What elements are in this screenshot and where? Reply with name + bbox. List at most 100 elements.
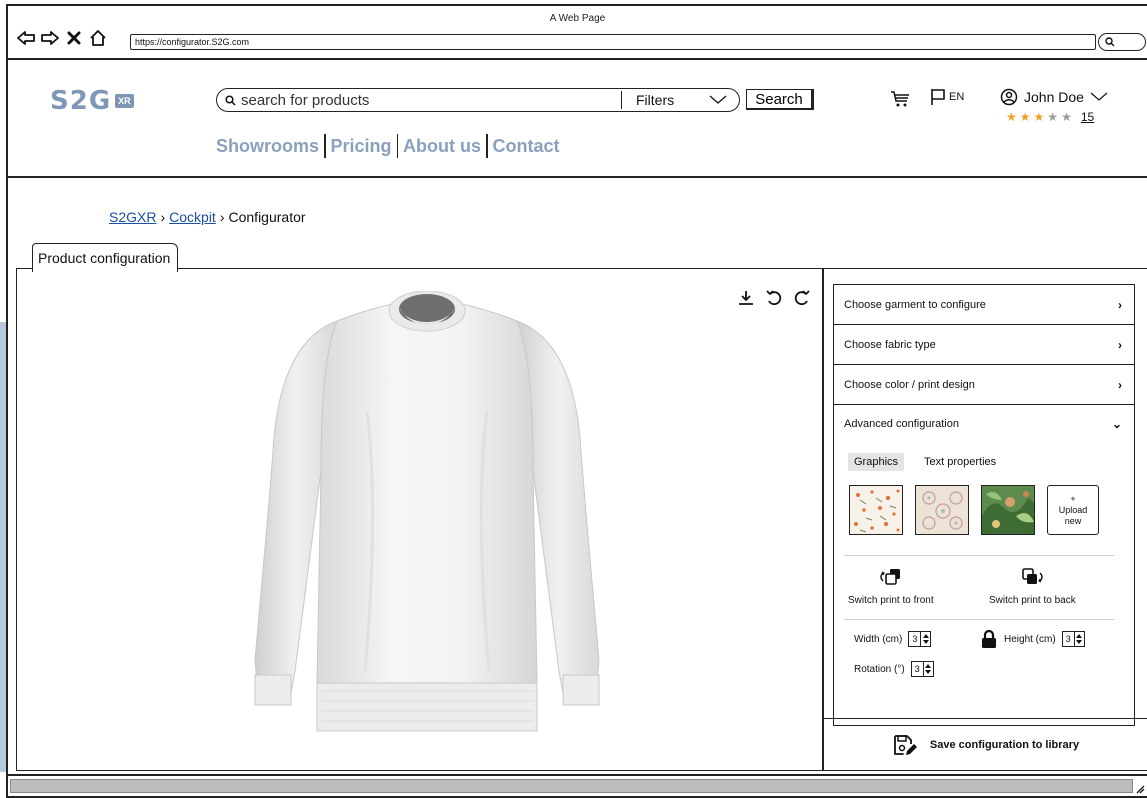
tab-text-properties[interactable]: Text properties [918,453,1002,471]
nav-pricing[interactable]: Pricing [327,136,396,157]
breadcrumb-cockpit[interactable]: Cockpit [169,209,216,225]
logo-text: S2G [50,86,112,116]
switch-front-label: Switch print to front [848,595,934,606]
graphic-thumbnail[interactable] [981,485,1035,535]
breadcrumb: S2GXR › Cockpit › Configurator [109,209,306,225]
graphic-thumbnail[interactable] [849,485,903,535]
rotation-label: Rotation (°) [854,663,905,675]
search-input[interactable] [239,91,621,109]
chevron-down-icon [709,95,727,104]
save-configuration-button[interactable]: Save configuration to library [823,718,1147,770]
close-icon[interactable] [64,28,84,48]
browser-nav-buttons [16,28,108,48]
graphics-thumbnails: + Upload new [849,485,1099,535]
stepper-arrows-icon[interactable] [1073,632,1084,646]
site-header: S2G XR Filters Search Showrooms Pricing … [8,60,1147,178]
accordion-label: Choose garment to configure [844,298,986,311]
width-value: 3 [912,634,918,644]
sweatshirt-3d-model[interactable] [237,291,617,739]
chevron-right-icon: › [1118,337,1122,352]
main-nav: Showrooms Pricing About us Contact [216,134,564,158]
home-icon[interactable] [88,28,108,48]
width-stepper[interactable]: 3 [908,631,932,647]
search-button[interactable]: Search [746,89,814,110]
viewer-toolbar [737,289,811,307]
browser-window: A Web Page https://configurator.S2G.com … [6,4,1147,798]
horizontal-scrollbar[interactable] [8,774,1147,796]
accordion-choose-color[interactable]: Choose color / print design › [834,365,1134,405]
redo-icon[interactable] [793,289,811,307]
stepper-arrows-icon[interactable] [922,662,933,676]
resize-grip-icon[interactable] [1135,784,1145,794]
save-edit-icon [894,734,917,755]
star-icon: ★ [1019,110,1031,124]
product-viewer[interactable] [16,268,824,771]
upload-new-label: Upload new [1058,504,1088,526]
configuration-accordion: Choose garment to configure › Choose fab… [833,284,1135,726]
user-rating: ★ ★ ★ ★ ★ 15 [1006,110,1094,124]
url-bar[interactable]: https://configurator.S2G.com [130,34,1096,50]
accordion-advanced-configuration[interactable]: Advanced configuration ⌄ [834,405,1134,443]
breadcrumb-s2gxr[interactable]: S2GXR [109,209,156,225]
scrollbar-track[interactable] [10,779,1133,793]
chevron-right-icon: › [1118,297,1122,312]
rating-count[interactable]: 15 [1081,110,1094,124]
chevron-right-icon: › [1118,377,1122,392]
switch-print-to-back-button[interactable]: Switch print to back [989,567,1076,606]
product-search-bar: Filters [216,88,740,112]
back-icon[interactable] [16,28,36,48]
search-icon [1105,37,1115,47]
chevron-down-icon [1090,92,1108,101]
accordion-choose-garment[interactable]: Choose garment to configure › [834,285,1134,325]
filters-dropdown[interactable]: Filters [621,91,739,109]
language-selector[interactable]: EN [930,88,964,106]
accordion-label: Advanced configuration [844,418,959,430]
browser-titlebar: A Web Page https://configurator.S2G.com [8,6,1147,60]
breadcrumb-current: Configurator [228,209,306,225]
switch-back-label: Switch print to back [989,595,1076,606]
undo-icon[interactable] [765,289,783,307]
bring-to-front-icon [880,569,900,585]
advanced-tabs: Graphics Text properties [848,453,1002,471]
cart-icon[interactable] [890,90,912,113]
filters-label: Filters [636,92,675,108]
stepper-arrows-icon[interactable] [920,632,930,646]
switch-print-to-front-button[interactable]: Switch print to front [848,567,934,606]
advanced-configuration-panel: Graphics Text properties + Upload new Sw… [834,443,1134,725]
download-icon[interactable] [737,289,755,307]
nav-separator [486,134,488,158]
flag-icon [931,89,945,105]
height-stepper[interactable]: 3 [1061,631,1085,647]
height-value: 3 [1065,634,1071,644]
divider [844,619,1114,620]
user-name: John Doe [1024,89,1084,105]
forward-icon[interactable] [40,28,60,48]
graphic-thumbnail[interactable] [915,485,969,535]
search-icon [225,94,239,106]
logo-badge: XR [115,94,134,108]
user-avatar-icon [1000,88,1018,106]
tab-product-configuration[interactable]: Product configuration [32,243,179,272]
nav-showrooms[interactable]: Showrooms [216,136,323,157]
nav-about-us[interactable]: About us [399,136,485,157]
height-row: Height (cm) 3 [1004,631,1085,647]
star-icon: ★ [1033,110,1045,124]
star-icon: ★ [1047,110,1059,124]
user-menu[interactable]: John Doe [1000,88,1108,106]
chevron-down-icon: ⌄ [1111,417,1122,431]
lock-aspect-icon[interactable] [980,629,998,654]
accordion-choose-fabric[interactable]: Choose fabric type › [834,325,1134,365]
width-label: Width (cm) [854,633,903,645]
nav-contact[interactable]: Contact [489,136,564,157]
plus-icon: + [1070,493,1076,504]
nav-separator [396,134,399,158]
divider [844,555,1114,556]
language-label: EN [949,91,965,103]
rotation-stepper[interactable]: 3 [910,661,934,677]
breadcrumb-separator: › [160,209,166,225]
site-logo[interactable]: S2G XR [50,86,134,116]
upload-new-button[interactable]: + Upload new [1047,485,1099,535]
browser-search-field[interactable] [1098,33,1146,51]
breadcrumb-separator: › [219,209,225,225]
tab-graphics[interactable]: Graphics [848,453,905,471]
